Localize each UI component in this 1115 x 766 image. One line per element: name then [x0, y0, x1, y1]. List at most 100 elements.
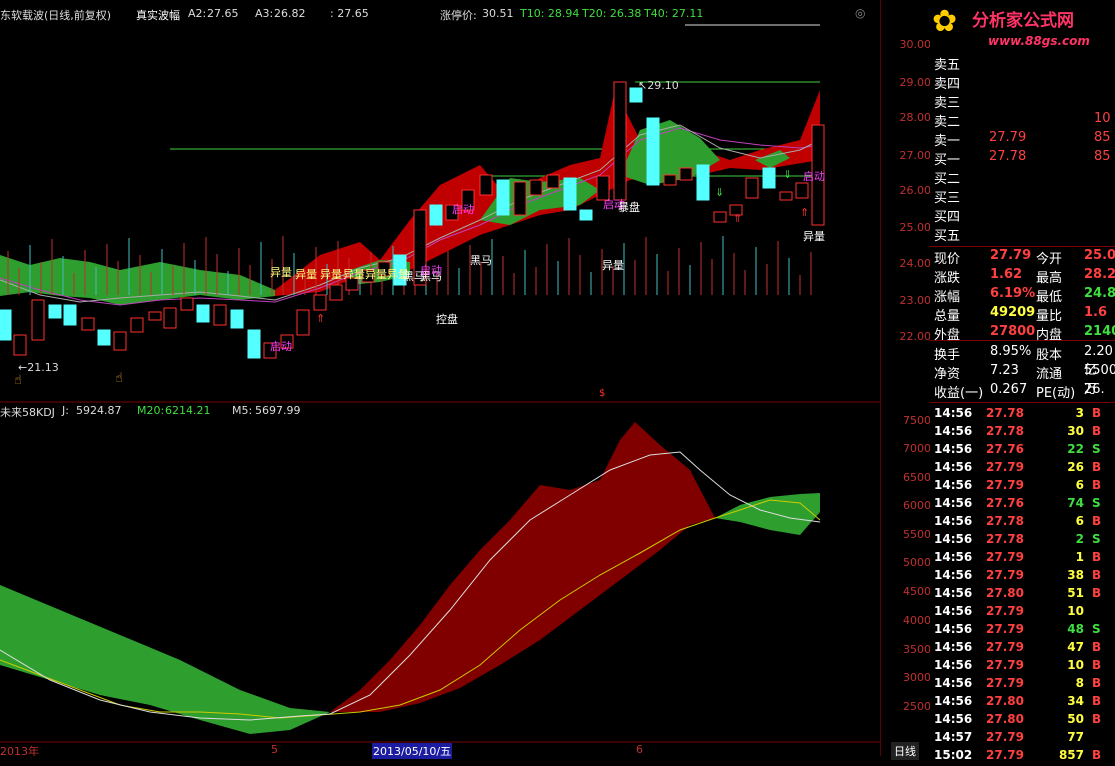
label-abnormal-volume-2: 异量	[295, 268, 317, 281]
quote-value: 1.6	[1084, 305, 1108, 320]
tick-side: S	[1092, 496, 1101, 510]
tick-price: 27.79	[986, 640, 1024, 654]
t10-value: T10: 28.94	[520, 7, 580, 20]
tick-time: 14:56	[934, 532, 973, 546]
tick-side: B	[1092, 694, 1102, 708]
tick-side: B	[1092, 424, 1102, 438]
quote-label: 最低	[1036, 290, 1063, 305]
tick-row[interactable]: 14:56 27.80 34 B	[934, 694, 1114, 712]
tick-row[interactable]: 14:56 27.79 10 B	[934, 658, 1114, 676]
tick-row[interactable]: 14:56 27.80 51 B	[934, 586, 1114, 604]
tick-row[interactable]: 14:56 27.78 6 B	[934, 514, 1114, 532]
kdj-j-label: J:	[62, 404, 69, 417]
order-level-label: 卖一	[934, 134, 961, 149]
label-start-1: 启动	[270, 340, 292, 353]
price-tick: 22.00	[899, 330, 932, 343]
settings-icon[interactable]: ◎	[855, 6, 865, 20]
tick-time: 14:56	[934, 424, 973, 438]
candle	[713, 211, 727, 223]
stat-value: 7.23	[990, 363, 1019, 378]
x-axis-year: 2013年	[0, 745, 39, 758]
order-book-row[interactable]: 卖四	[934, 73, 1114, 92]
tick-side: B	[1092, 478, 1102, 492]
tick-row[interactable]: 14:56 27.79 8 B	[934, 676, 1114, 694]
kdj-tick: 6500	[903, 471, 931, 484]
low-marker: ←21.13	[18, 361, 59, 374]
tick-row[interactable]: 14:56 27.79 38 B	[934, 568, 1114, 586]
tick-time: 14:56	[934, 514, 973, 528]
tick-volume: 38	[1067, 568, 1084, 582]
divider	[930, 340, 1115, 341]
tick-row[interactable]: 14:56 27.79 48 S	[934, 622, 1114, 640]
tick-volume: 6	[1075, 478, 1084, 492]
order-book-row[interactable]: 买四	[934, 206, 1114, 225]
tick-price: 27.79	[986, 460, 1024, 474]
candle	[48, 304, 62, 319]
price-tick: 27.00	[899, 149, 932, 162]
tick-row[interactable]: 14:56 27.79 6 B	[934, 478, 1114, 496]
candle	[329, 284, 343, 301]
order-book-row[interactable]: 买三	[934, 187, 1114, 206]
x-axis-june: 6	[636, 743, 643, 756]
tick-row[interactable]: 14:56 27.80 50 B	[934, 712, 1114, 730]
tick-row[interactable]: 14:56 27.76 74 S	[934, 496, 1114, 514]
tick-price: 27.78	[986, 406, 1024, 420]
label-abnormal-volume-8: 异量	[803, 230, 825, 243]
tick-row[interactable]: 15:02 27.79 857 B	[934, 748, 1114, 766]
quote-panel: ✿ 分析家公式网 www.88gs.com 卖五 卖四 卖三 卖二 10 卖一 27.79 8…	[930, 0, 1115, 762]
kdj-tick: 7000	[903, 442, 931, 455]
tick-row[interactable]: 14:56 27.78 2 S	[934, 532, 1114, 550]
candle	[479, 174, 493, 196]
kdj-m20-value: 6214.21	[165, 404, 211, 417]
tick-volume: 34	[1067, 694, 1084, 708]
stat-label: 股本	[1036, 348, 1063, 363]
order-book-row[interactable]: 卖五	[934, 54, 1114, 73]
tick-row[interactable]: 14:56 27.79 47 B	[934, 640, 1114, 658]
tick-row[interactable]: 14:56 27.79 26 B	[934, 460, 1114, 478]
kline-chart-svg[interactable]	[0, 0, 880, 756]
quote-value: 25.0	[1084, 248, 1115, 263]
logo-url: www.88gs.com	[988, 34, 1090, 48]
order-book-row[interactable]: 买一 27.78 85	[934, 149, 1114, 168]
period-selector[interactable]: 日线	[891, 742, 919, 760]
tick-volume: 6	[1075, 514, 1084, 528]
up-arrow-icon-2: ⇑	[733, 212, 743, 225]
candle	[81, 317, 95, 331]
tick-time: 14:56	[934, 568, 973, 582]
tick-row[interactable]: 14:56 27.79 1 B	[934, 550, 1114, 568]
order-book-row[interactable]: 买二	[934, 168, 1114, 187]
order-book-row[interactable]: 买五	[934, 225, 1114, 244]
kdj-tick: 7500	[903, 414, 931, 427]
kdj-tick: 2500	[903, 700, 931, 713]
tick-row[interactable]: 14:56 27.79 10	[934, 604, 1114, 622]
tick-row[interactable]: 14:56 27.76 22 S	[934, 442, 1114, 460]
quote-row: 现价 27.79 今开 25.0	[934, 248, 1115, 267]
label-start-3: 启动	[803, 170, 825, 183]
quote-label: 涨幅	[934, 290, 961, 305]
label-surge: 暴盘	[618, 201, 640, 214]
tick-volume: 51	[1067, 586, 1084, 600]
tick-side: B	[1092, 514, 1102, 528]
tick-row[interactable]: 14:56 27.78 30 B	[934, 424, 1114, 442]
stat-value: 8.95%	[990, 344, 1032, 359]
tick-row[interactable]: 14:56 27.78 3 B	[934, 406, 1114, 424]
quote-label: 量比	[1036, 309, 1063, 324]
tick-row[interactable]: 14:57 27.79 77	[934, 730, 1114, 748]
price-tick: 24.00	[899, 257, 932, 270]
logo-brand: 分析家公式网	[972, 11, 1074, 31]
stat-label: 收益(一)	[934, 386, 984, 401]
chart-area[interactable]: 东软载波(日线,前复权) 真实波幅 A2: 27.65 A3: 26.82 : …	[0, 0, 880, 759]
logo: ✿ 分析家公式网 www.88gs.com	[930, 0, 1115, 52]
quote-label: 最高	[1036, 271, 1063, 286]
divider	[930, 402, 1115, 403]
tick-time: 14:56	[934, 622, 973, 636]
extra-value: : 27.65	[330, 7, 369, 20]
order-book-row[interactable]: 卖二 10	[934, 111, 1114, 130]
kdj-tick: 3500	[903, 643, 931, 656]
hand-icon-2: ☝	[115, 371, 123, 386]
tick-price: 27.78	[986, 532, 1024, 546]
order-book-row[interactable]: 卖一 27.79 85	[934, 130, 1114, 149]
order-book-row[interactable]: 卖三	[934, 92, 1114, 111]
tick-side: B	[1092, 550, 1102, 564]
tick-price: 27.79	[986, 658, 1024, 672]
